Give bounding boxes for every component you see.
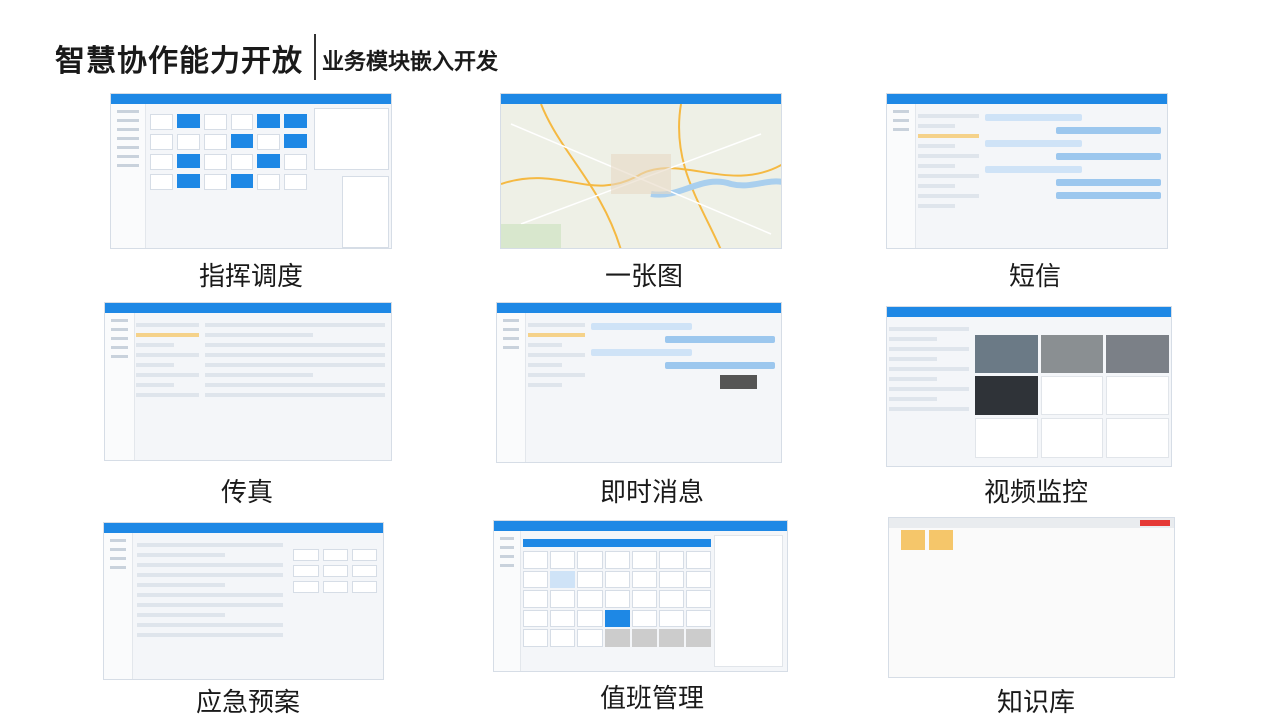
page-subtitle: 业务模块嵌入开发 [322, 50, 499, 75]
module-label: 一张图 [604, 262, 683, 292]
thumbnail-map[interactable] [500, 93, 782, 249]
module-label: 短信 [1008, 262, 1061, 292]
thumbnail-instant-message[interactable] [496, 302, 782, 463]
module-label: 视频监控 [983, 478, 1088, 508]
thumbnail-duty-management[interactable] [493, 520, 788, 672]
thumbnail-fax[interactable] [104, 302, 392, 461]
module-label: 传真 [220, 478, 273, 508]
module-label: 指挥调度 [198, 262, 303, 292]
module-label: 即时消息 [599, 478, 704, 508]
module-label: 值班管理 [599, 684, 704, 714]
title-divider [314, 34, 316, 80]
map-graphic [501, 104, 781, 248]
thumbnail-emergency-plan[interactable] [103, 522, 384, 680]
thumbnail-video-surveillance[interactable] [886, 306, 1172, 467]
page-title: 智慧协作能力开放 [55, 44, 303, 79]
module-label: 应急预案 [195, 688, 300, 718]
thumbnail-sms[interactable] [886, 93, 1168, 249]
module-label: 知识库 [996, 688, 1075, 718]
thumbnail-knowledge-base[interactable] [888, 517, 1175, 678]
thumbnail-command-dispatch[interactable] [110, 93, 392, 249]
